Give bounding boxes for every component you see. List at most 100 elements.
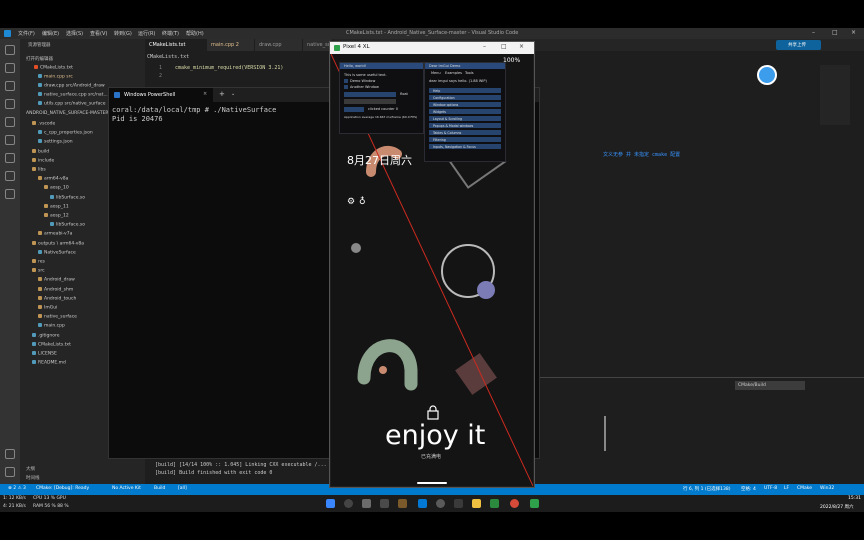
maximize-button[interactable]: □ xyxy=(832,29,838,36)
file-item[interactable]: CMakeLists.txt xyxy=(32,341,71,347)
scrcpy-icon[interactable] xyxy=(530,499,539,508)
folder-icon[interactable] xyxy=(472,499,481,508)
imgui-section-widgets[interactable]: Widgets xyxy=(429,109,501,114)
powershell-tab[interactable]: Windows PowerShell × xyxy=(109,88,213,102)
tab-draw-cpp[interactable]: draw.cpp xyxy=(255,39,303,51)
folder-item[interactable]: build xyxy=(32,148,49,154)
start-icon[interactable] xyxy=(326,499,335,508)
imgui-button[interactable] xyxy=(344,107,364,112)
extensions-icon[interactable] xyxy=(5,117,15,127)
checkbox[interactable] xyxy=(344,79,348,83)
folder-item[interactable]: src xyxy=(32,268,45,274)
language-mode[interactable]: CMake xyxy=(797,486,812,491)
home-indicator[interactable] xyxy=(417,482,447,484)
file-item[interactable]: README.md xyxy=(32,360,66,366)
share-button[interactable]: 共享上传 xyxy=(776,40,821,50)
clock-time[interactable]: 15:31 xyxy=(848,496,861,501)
imgui-titlebar[interactable]: Dear ImGui Demo xyxy=(425,63,505,69)
folder-item[interactable]: arm64-v8a xyxy=(38,176,68,182)
source-control-icon[interactable] xyxy=(5,81,15,91)
float-ball-icon[interactable] xyxy=(757,65,777,85)
account-icon[interactable] xyxy=(5,449,15,459)
scrollbar[interactable] xyxy=(604,416,606,451)
file-item[interactable]: libSurface.so xyxy=(50,194,85,200)
imgui-section-tables[interactable]: Tables & Columns xyxy=(429,130,501,135)
docker-icon[interactable] xyxy=(5,189,15,199)
maximize-button[interactable]: □ xyxy=(501,43,507,50)
minimize-button[interactable]: – xyxy=(812,29,815,36)
project-header[interactable]: ANDROID_NATIVE_SURFACE-MASTER xyxy=(26,111,109,116)
clock-date[interactable]: 2022/8/27 周六 xyxy=(820,504,854,510)
menu-help[interactable]: 帮助(H) xyxy=(186,30,204,37)
close-button[interactable]: × xyxy=(851,29,856,36)
folder-item[interactable]: res xyxy=(32,259,45,265)
test-icon[interactable] xyxy=(5,153,15,163)
minimap[interactable] xyxy=(820,65,850,125)
open-editor-item[interactable]: draw.cpp src/Android_draw xyxy=(38,83,105,89)
output-channel-select[interactable]: CMake/Build xyxy=(735,381,805,390)
app-icon[interactable] xyxy=(380,499,389,508)
folder-item[interactable]: aosp_10 xyxy=(44,185,69,191)
chrome-icon[interactable] xyxy=(344,499,353,508)
new-tab-button[interactable]: + xyxy=(219,90,225,98)
checkbox[interactable] xyxy=(344,85,348,89)
imgui-titlebar[interactable]: Hello, world! xyxy=(340,63,423,69)
menu-run[interactable]: 运行(R) xyxy=(138,30,155,37)
file-item[interactable]: libSurface.so xyxy=(50,222,85,228)
search-icon[interactable] xyxy=(5,63,15,73)
build-target[interactable]: [all] xyxy=(178,486,187,491)
gear-icon[interactable] xyxy=(5,467,15,477)
file-item[interactable]: main.cpp xyxy=(38,323,65,329)
menu-selection[interactable]: 选择(S) xyxy=(66,30,83,37)
file-item[interactable]: c_cpp_properties.json xyxy=(38,130,93,136)
folder-item[interactable]: ImGui xyxy=(38,305,57,311)
imgui-section-window-options[interactable]: Window options xyxy=(429,102,501,107)
menu-terminal[interactable]: 终端(T) xyxy=(162,30,179,37)
imgui-section-popups[interactable]: Popups & Modal windows xyxy=(429,123,501,128)
app-icon[interactable] xyxy=(398,499,407,508)
imgui-menu-item[interactable]: Examples xyxy=(445,71,462,75)
open-editors-header[interactable]: 打开的编辑器 xyxy=(26,56,53,62)
imgui-section-help[interactable]: Help xyxy=(429,88,501,93)
open-editor-item[interactable]: native_surface.cpp src/nat... xyxy=(38,92,108,98)
folder-item[interactable]: .vscode xyxy=(32,121,55,127)
chevron-down-icon[interactable]: ⌄ xyxy=(231,91,235,97)
menu-view[interactable]: 查看(V) xyxy=(90,30,107,37)
file-item[interactable]: LICENSE xyxy=(32,351,57,357)
folder-item[interactable]: native_surface xyxy=(38,314,77,320)
phone-screen[interactable]: 100% 8月27日周六 ⚙ ♁ Hello, world! This is s… xyxy=(331,54,533,486)
app-icon[interactable] xyxy=(362,499,371,508)
file-item[interactable]: NativeSurface xyxy=(38,249,76,255)
close-button[interactable]: × xyxy=(519,43,524,50)
menu-file[interactable]: 文件(F) xyxy=(18,30,35,37)
platform[interactable]: Win32 xyxy=(820,486,834,491)
menu-edit[interactable]: 编辑(E) xyxy=(42,30,59,37)
outline-header[interactable]: 大纲 xyxy=(26,466,35,472)
open-editor-item[interactable]: main.cpp src xyxy=(38,74,73,80)
imgui-menu-item[interactable]: Menu xyxy=(431,71,441,75)
remote-icon[interactable] xyxy=(5,135,15,145)
open-editor-item[interactable]: utils.cpp src/native_surface xyxy=(38,101,106,107)
app-icon[interactable] xyxy=(436,499,445,508)
folder-item[interactable]: armeabi-v7a xyxy=(38,231,72,237)
vscode-icon[interactable] xyxy=(418,499,427,508)
color-picker[interactable] xyxy=(344,99,396,104)
folder-item[interactable]: Android_draw xyxy=(38,277,75,283)
cursor-position[interactable]: 行 6, 列 1 (已选择138) xyxy=(683,486,730,492)
run-debug-icon[interactable] xyxy=(5,99,15,109)
imgui-section-layout[interactable]: Layout & Scrolling xyxy=(429,116,501,121)
cmake-status[interactable]: CMake: [Debug]: Ready xyxy=(36,486,89,491)
imgui-section-inputs[interactable]: Inputs, Navigation & Focus xyxy=(429,144,501,149)
problems-count[interactable]: ⊗ 2 ⚠ 3 xyxy=(8,486,26,491)
timeline-header[interactable]: 时间线 xyxy=(26,475,40,481)
imgui-demo-window[interactable]: Dear ImGui Demo Menu Examples Tools dear… xyxy=(424,62,506,162)
folder-item[interactable]: aosp_11 xyxy=(44,203,69,209)
file-item[interactable]: settings.json xyxy=(38,139,73,145)
menu-go[interactable]: 转到(G) xyxy=(114,30,132,37)
cmake-icon[interactable] xyxy=(5,171,15,181)
build-button[interactable]: Build xyxy=(154,486,165,491)
app-icon[interactable] xyxy=(510,499,519,508)
imgui-section-config[interactable]: Configuration xyxy=(429,95,501,100)
terminal-icon[interactable] xyxy=(454,499,463,508)
folder-item[interactable]: aosp_12 xyxy=(44,213,69,219)
